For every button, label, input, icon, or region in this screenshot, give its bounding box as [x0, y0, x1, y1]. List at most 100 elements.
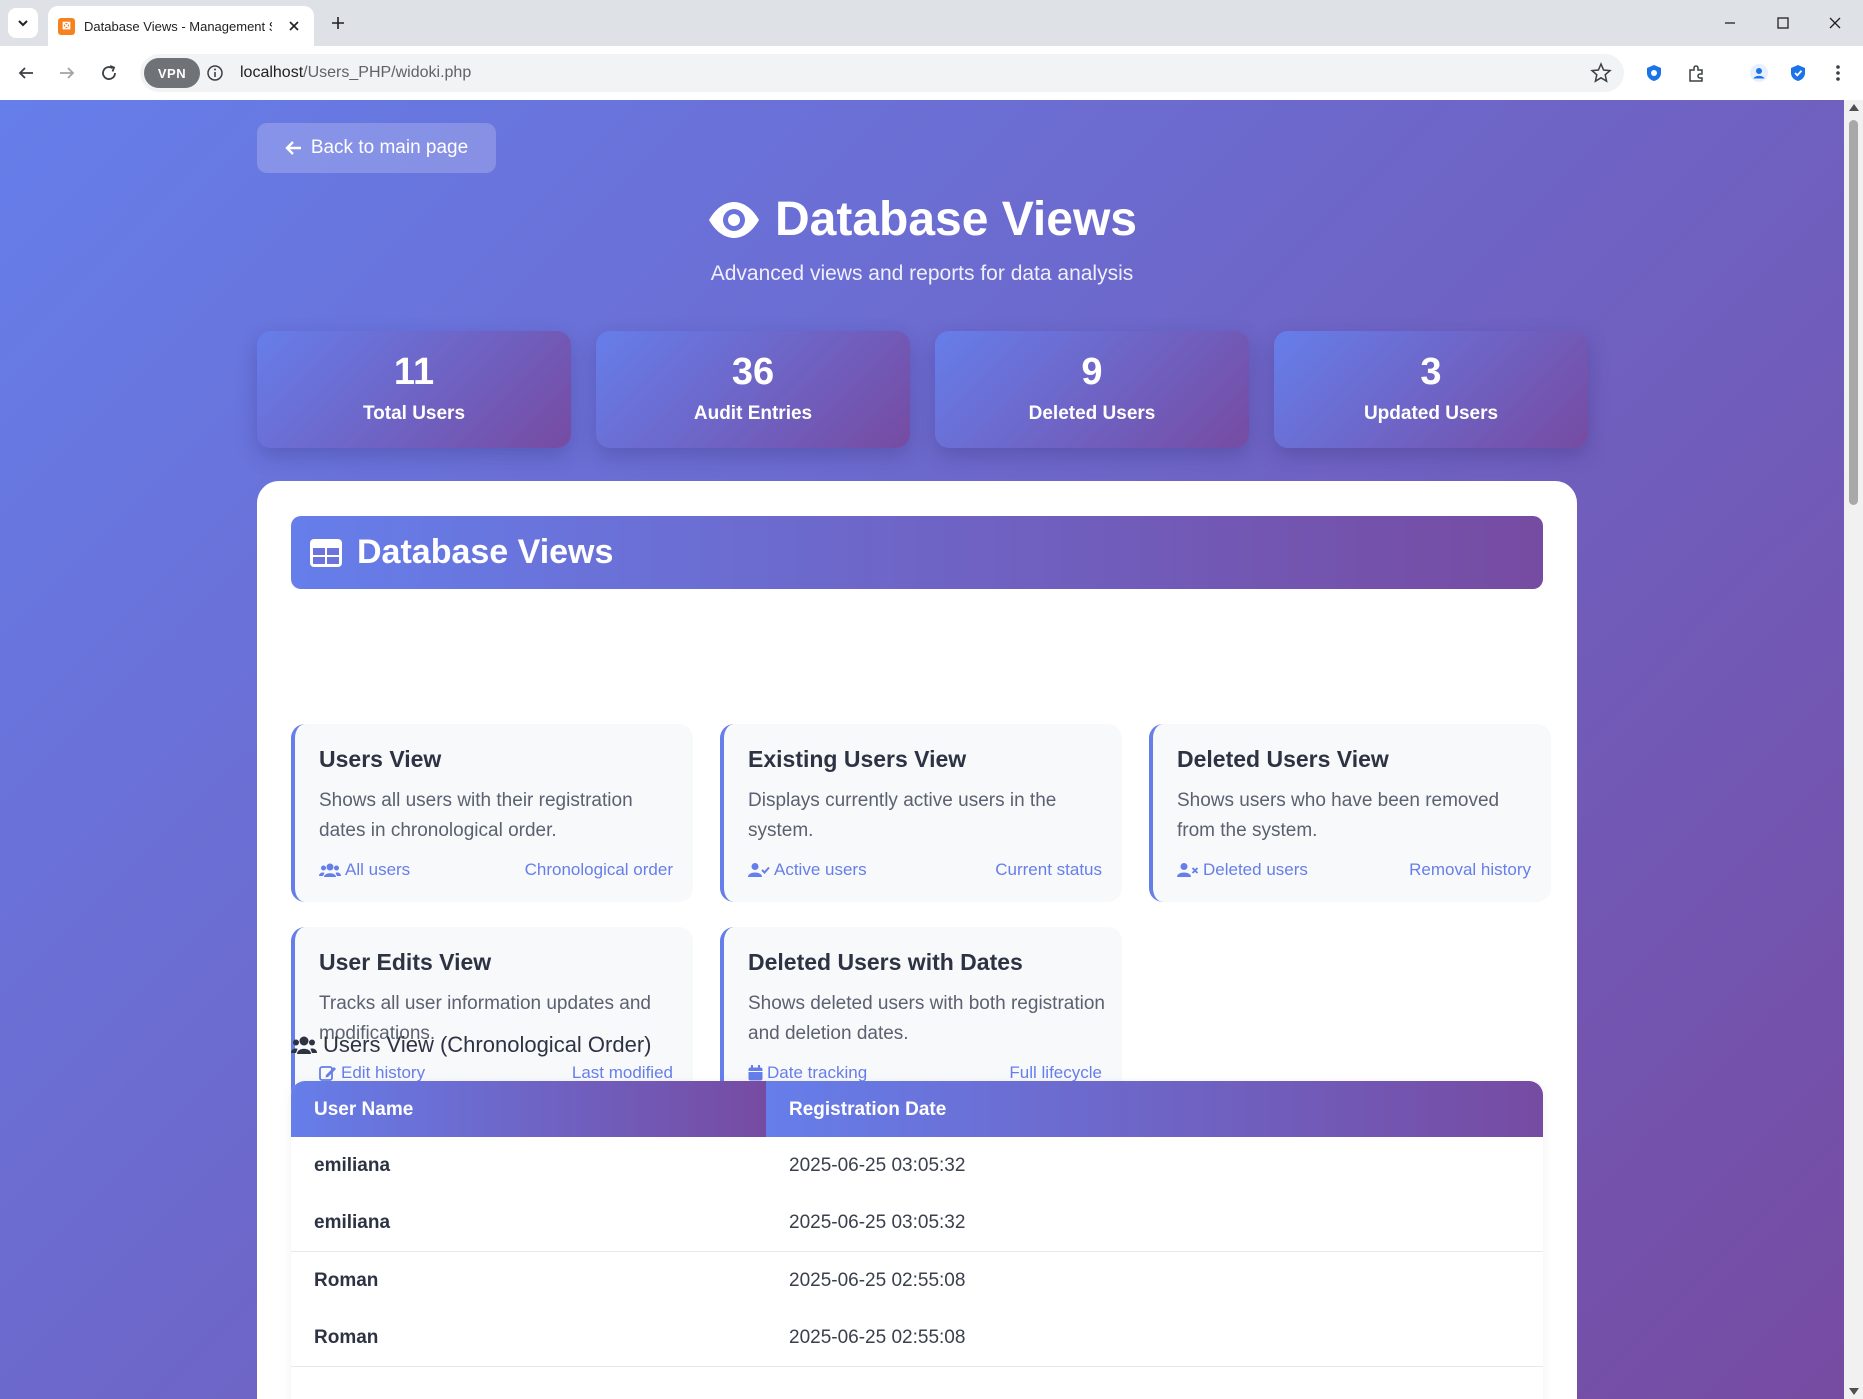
view-card-existing-users[interactable]: Existing Users View Displays currently a…: [720, 724, 1122, 902]
table-row: emiliana 2025-06-25 03:05:32: [291, 1137, 1543, 1195]
column-header-label: Registration Date: [789, 1099, 947, 1120]
more-vertical-icon: [1836, 65, 1840, 81]
stat-value: 9: [1081, 351, 1103, 393]
table-row: emiliana 2025-06-25 03:05:32: [291, 1194, 1543, 1252]
panel-header: Database Views: [291, 516, 1543, 589]
shield-icon: [1647, 65, 1661, 81]
view-card-tag-text: Active users: [774, 860, 867, 879]
view-card-desc: Displays currently active users in the s…: [748, 790, 1057, 841]
view-card-tag-text: Deleted users: [1203, 860, 1308, 879]
tab-search-button[interactable]: [8, 8, 38, 38]
stat-value: 36: [731, 351, 775, 393]
arrow-left-icon: [285, 141, 301, 155]
page-subtitle: Advanced views and reports for data anal…: [710, 262, 1134, 285]
security-extension-button[interactable]: [1785, 60, 1811, 86]
xampp-favicon-icon: ⊠: [58, 18, 75, 35]
tab-close-button[interactable]: [284, 16, 304, 36]
browser-menu-button[interactable]: [1825, 60, 1851, 86]
shield-check-icon: [1791, 65, 1805, 81]
minimize-button[interactable]: [1715, 8, 1745, 38]
view-card-meta: Full lifecycle: [1009, 1063, 1102, 1082]
view-card-title: Existing Users View: [748, 746, 967, 772]
reload-button[interactable]: [94, 58, 124, 88]
view-card-desc: Shows deleted users with both registrati…: [748, 993, 1105, 1044]
url-text[interactable]: localhost/Users_PHP/widoki.php: [240, 64, 471, 82]
tab-title: Database Views - Management Sy: [84, 19, 272, 34]
view-card-title: User Edits View: [319, 949, 492, 975]
back-nav-button[interactable]: [11, 58, 41, 88]
table-row: Roman 2025-06-25 02:55:08: [291, 1309, 1543, 1367]
stat-label: Total Users: [362, 403, 466, 424]
column-header-registration-date[interactable]: Registration Date: [766, 1081, 1543, 1137]
views-panel: Database Views Users View Shows all user…: [257, 481, 1577, 1399]
calendar-icon: [748, 1065, 763, 1081]
extensions-button[interactable]: [1683, 60, 1709, 86]
view-card-title: Users View: [319, 746, 442, 772]
close-icon: [1829, 17, 1841, 29]
page-scrollbar[interactable]: [1844, 100, 1863, 1399]
table-row: [291, 1367, 1543, 1399]
view-card-desc: Shows all users with their registration …: [319, 790, 633, 841]
page-title-text: Database Views: [775, 193, 1137, 246]
view-card-meta: Last modified: [571, 1063, 673, 1082]
eye-icon: [709, 201, 759, 238]
new-tab-button[interactable]: [326, 11, 350, 35]
scroll-down-arrow[interactable]: [1849, 1388, 1859, 1395]
view-card-deleted-users-dates[interactable]: Deleted Users with Dates Shows deleted u…: [720, 927, 1122, 1105]
close-window-button[interactable]: [1820, 8, 1850, 38]
view-card-tag: Active users: [748, 860, 867, 880]
forward-nav-button[interactable]: [52, 58, 82, 88]
address-bar[interactable]: VPN localhost/Users_PHP/widoki.php: [140, 54, 1624, 92]
users-icon: [291, 1036, 317, 1054]
view-card-users[interactable]: Users View Shows all users with their re…: [291, 724, 693, 902]
stat-label: Updated Users: [1363, 403, 1499, 424]
profile-button[interactable]: [1746, 60, 1772, 86]
user-check-icon: [748, 863, 770, 877]
extension-shield-button[interactable]: [1641, 60, 1667, 86]
maximize-button[interactable]: [1768, 8, 1798, 38]
table-section-title: Users View (Chronological Order): [291, 1032, 652, 1058]
page-viewport: Back to main page Database Views Advance…: [0, 100, 1844, 1399]
maximize-icon: [1777, 17, 1789, 29]
scroll-up-arrow[interactable]: [1849, 104, 1859, 111]
table-section-title-text: Users View (Chronological Order): [323, 1032, 652, 1057]
minimize-icon: [1725, 22, 1735, 24]
cell-user-name: Roman: [314, 1270, 379, 1291]
stat-card-audit-entries: 36 Audit Entries: [596, 331, 910, 448]
cell-user-name: Roman: [314, 1327, 379, 1348]
view-card-meta: Chronological order: [524, 860, 673, 879]
view-card-deleted-users[interactable]: Deleted Users View Shows users who have …: [1149, 724, 1551, 902]
users-table: User Name Registration Date emiliana 202…: [291, 1081, 1543, 1399]
url-host: localhost: [240, 64, 304, 81]
arrow-right-icon: [60, 67, 75, 79]
panel-header-text: Database Views: [357, 533, 614, 571]
view-card-desc: Shows users who have been removed from t…: [1177, 790, 1500, 841]
vpn-badge[interactable]: VPN: [144, 58, 200, 88]
view-card-tag-text: Edit history: [341, 1063, 426, 1082]
edit-icon: [319, 1066, 336, 1081]
scroll-thumb[interactable]: [1849, 120, 1858, 505]
users-icon: [319, 863, 341, 877]
view-card-tag-text: Date tracking: [767, 1063, 868, 1082]
page-title: Database Views: [0, 192, 1844, 247]
arrow-left-icon: [18, 67, 33, 79]
table-icon: [310, 538, 342, 567]
view-card-title: Deleted Users View: [1177, 746, 1389, 772]
chevron-down-icon: [18, 20, 28, 27]
user-x-icon: [1177, 863, 1199, 877]
back-to-main-button[interactable]: Back to main page: [257, 123, 496, 173]
view-card-user-edits[interactable]: User Edits View Tracks all user informat…: [291, 927, 693, 1105]
cell-registration-date: 2025-06-25 02:55:08: [789, 1327, 966, 1348]
view-card-tag: Deleted users: [1177, 860, 1308, 880]
url-path: /Users_PHP/widoki.php: [303, 64, 472, 81]
info-icon[interactable]: [206, 64, 224, 82]
cell-user-name: emiliana: [314, 1212, 391, 1233]
cell-registration-date: 2025-06-25 03:05:32: [789, 1212, 966, 1233]
column-header-user-name[interactable]: User Name: [291, 1081, 766, 1137]
table-row: Roman 2025-06-25 02:55:08: [291, 1252, 1543, 1310]
bookmark-star-icon[interactable]: [1590, 62, 1612, 84]
browser-tab[interactable]: ⊠ Database Views - Management Sy: [48, 6, 314, 46]
column-header-label: User Name: [314, 1099, 414, 1120]
table-header: User Name Registration Date: [291, 1081, 1543, 1137]
view-card-tag: All users: [319, 860, 410, 880]
